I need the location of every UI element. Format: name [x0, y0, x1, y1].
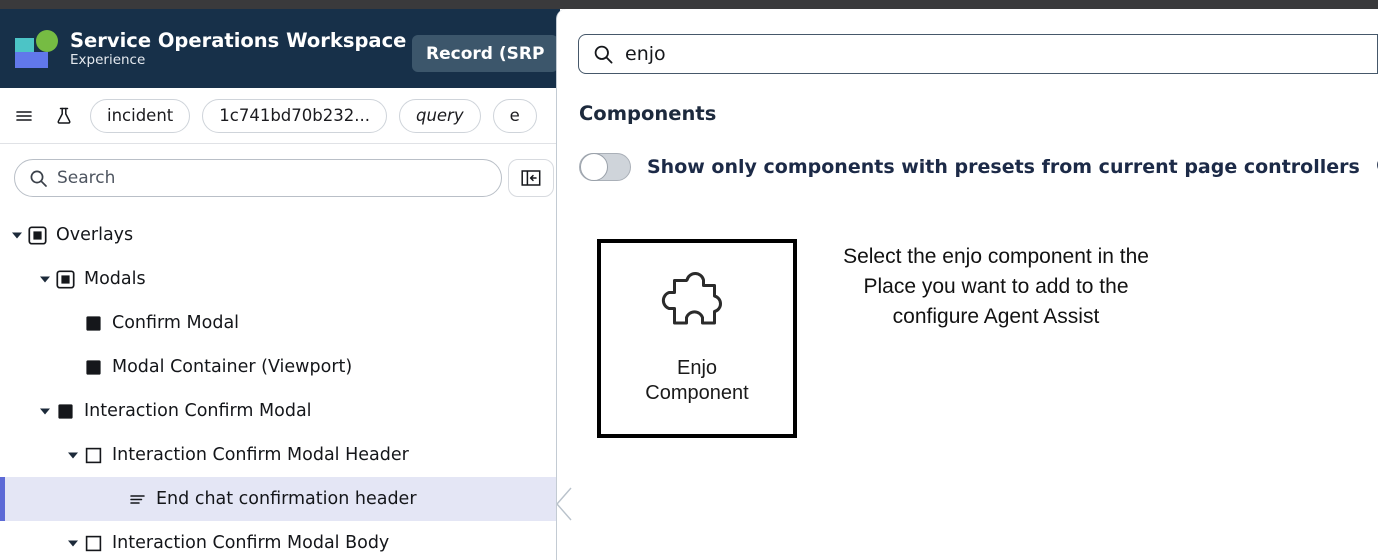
- search-icon: [30, 170, 47, 187]
- tree-node-label: Modal Container (Viewport): [112, 357, 353, 377]
- outline-square-icon: [82, 532, 104, 554]
- tree-node-label: End chat confirmation header: [156, 489, 417, 509]
- component-search-value: enjo: [625, 43, 666, 65]
- tree-node-label: Modals: [84, 269, 146, 289]
- container-node-icon: [26, 224, 48, 246]
- collapse-panel-button[interactable]: [508, 159, 554, 197]
- tree-row[interactable]: Interaction Confirm Modal Body: [0, 521, 560, 560]
- component-results: Enjo Component Select the enjo component…: [597, 239, 1368, 438]
- logo-blue-rectangle: [15, 51, 48, 68]
- chevron-down-icon[interactable]: [64, 446, 82, 464]
- tree-node-label: Overlays: [56, 225, 134, 245]
- panel-edge-chevron-icon: [557, 487, 572, 521]
- component-picker-panel: enjo Components Show only components wit…: [556, 9, 1378, 560]
- tree-row[interactable]: Interaction Confirm Modal: [0, 389, 560, 433]
- collapse-panel-icon: [521, 170, 541, 186]
- component-tree: Overlays Modals Confirm Modal Modal Cont…: [0, 209, 560, 560]
- tree-row[interactable]: Overlays: [0, 213, 560, 257]
- picker-helper-text: Select the enjo component in the Place y…: [843, 245, 1149, 328]
- tree-node-label: Confirm Modal: [112, 313, 240, 333]
- chip-partial[interactable]: e: [492, 98, 537, 133]
- filled-square-icon: [54, 400, 76, 422]
- search-input[interactable]: Search: [14, 159, 502, 197]
- window-top-strip: [0, 0, 1378, 9]
- tree-row-selected[interactable]: End chat confirmation header: [0, 477, 560, 521]
- app-subtitle: Experience: [70, 51, 146, 68]
- filled-square-icon: [82, 356, 104, 378]
- filled-square-icon: [82, 312, 104, 334]
- app-title: Service Operations Workspace: [70, 28, 407, 52]
- app-root: Service Operations Workspace Experience …: [0, 0, 1378, 560]
- presets-filter-label: Show only components with presets from c…: [647, 156, 1360, 178]
- chevron-down-icon[interactable]: [8, 226, 26, 244]
- component-card-label-line2: Component: [645, 381, 749, 404]
- chip-incident[interactable]: incident: [90, 98, 191, 133]
- tree-row[interactable]: Interaction Confirm Modal Header: [0, 433, 560, 477]
- flask-icon[interactable]: [50, 102, 78, 130]
- app-header: Service Operations Workspace Experience …: [0, 9, 560, 88]
- chevron-down-icon[interactable]: [36, 270, 54, 288]
- search-icon: [594, 45, 613, 64]
- tree-node-label: Interaction Confirm Modal Body: [112, 533, 390, 553]
- outline-square-icon: [82, 444, 104, 466]
- puzzle-piece-icon: [660, 271, 734, 346]
- record-button[interactable]: Record (SRP: [412, 35, 559, 72]
- search-placeholder: Search: [57, 168, 116, 188]
- application-shell: Service Operations Workspace Experience …: [0, 9, 560, 560]
- context-toolbar: incident 1c741bd70b232... query e: [0, 88, 560, 144]
- tree-row[interactable]: Modals: [0, 257, 560, 301]
- logo-green-circle: [36, 29, 58, 52]
- chip-query[interactable]: query: [398, 98, 481, 133]
- component-card-label-line1: Enjo: [676, 356, 718, 379]
- app-logo: [14, 27, 60, 71]
- text-lines-icon: [126, 488, 148, 510]
- tree-node-label: Interaction Confirm Modal: [84, 401, 312, 421]
- presets-filter-row: Show only components with presets from c…: [579, 153, 1378, 181]
- presets-filter-toggle[interactable]: [579, 153, 631, 181]
- components-section-title: Components: [579, 102, 717, 125]
- page-tree-panel: Search Overlays Modals Confirm Modal Mod…: [0, 144, 560, 560]
- tree-row[interactable]: Modal Container (Viewport): [0, 345, 560, 389]
- tree-row[interactable]: Confirm Modal: [0, 301, 560, 345]
- component-search-input[interactable]: enjo: [578, 34, 1378, 74]
- component-card-enjo[interactable]: Enjo Component: [597, 239, 797, 438]
- app-title-block: Service Operations Workspace Experience: [70, 29, 406, 69]
- tree-search-row: Search: [0, 144, 560, 209]
- chip-record-id[interactable]: 1c741bd70b232...: [202, 98, 387, 133]
- container-node-icon: [54, 268, 76, 290]
- toggle-knob: [580, 153, 608, 181]
- chevron-down-icon[interactable]: [64, 534, 82, 552]
- chevron-down-icon[interactable]: [36, 402, 54, 420]
- tree-node-label: Interaction Confirm Modal Header: [112, 445, 409, 465]
- hamburger-menu-icon[interactable]: [10, 102, 38, 130]
